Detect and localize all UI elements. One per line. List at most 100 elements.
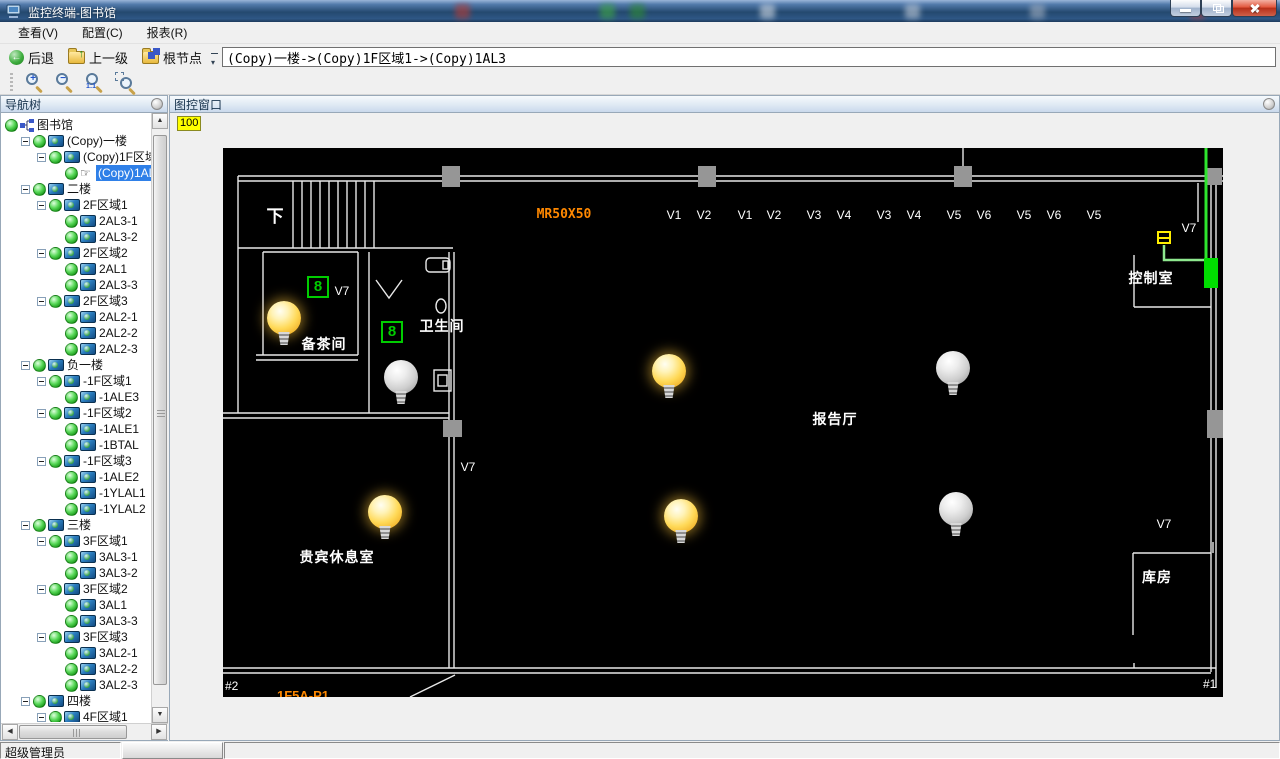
expand-toggle-icon[interactable] xyxy=(37,536,46,546)
tree-item[interactable]: 三楼 xyxy=(1,517,151,533)
tree-item[interactable]: 3AL3-2 xyxy=(1,565,151,581)
tree-item-label: (Copy)1AL3 xyxy=(96,165,151,181)
tree-horizontal-scrollbar[interactable]: ◀ ▶ xyxy=(1,723,168,740)
tree-item[interactable]: -1F区域3 xyxy=(1,453,151,469)
title-bar: 监控终端-图书馆 xyxy=(0,0,1280,22)
tree-item[interactable]: -1YLAL1 xyxy=(1,485,151,501)
tree-item[interactable]: -1YLAL2 xyxy=(1,501,151,517)
tree-item[interactable]: 2AL3-3 xyxy=(1,277,151,293)
tree-item[interactable]: 2AL2-2 xyxy=(1,325,151,341)
tree-item[interactable]: 二楼 xyxy=(1,181,151,197)
scroll-left-button[interactable]: ◀ xyxy=(2,724,18,740)
room-label: 库房 xyxy=(1142,569,1172,585)
tree-item-label: 2AL3-3 xyxy=(99,278,138,292)
expand-toggle-icon[interactable] xyxy=(21,136,30,146)
tree-item[interactable]: -1F区域2 xyxy=(1,405,151,421)
scroll-right-button[interactable]: ▶ xyxy=(151,724,167,740)
tree-item[interactable]: 2AL2-3 xyxy=(1,341,151,357)
tree-item[interactable]: 2AL1 xyxy=(1,261,151,277)
menu-view[interactable]: 查看(V) xyxy=(8,22,68,43)
light-bulb-on[interactable] xyxy=(267,301,301,335)
up-level-button[interactable]: ↑ 上一级 xyxy=(63,46,133,69)
zoom-one-to-one-button[interactable]: 1:1 xyxy=(82,71,108,94)
expand-toggle-icon[interactable] xyxy=(37,456,46,466)
tree-item[interactable]: 3F区域3 xyxy=(1,629,151,645)
device-node-icon xyxy=(80,567,96,579)
light-bulb-on[interactable] xyxy=(368,495,402,529)
tree-item[interactable]: 2AL3-2 xyxy=(1,229,151,245)
light-bulb-off[interactable] xyxy=(939,492,973,526)
tree-item[interactable]: 3AL2-1 xyxy=(1,645,151,661)
tree-item[interactable]: 2AL3-1 xyxy=(1,213,151,229)
tree-item[interactable]: 四楼 xyxy=(1,693,151,709)
expand-toggle-icon[interactable] xyxy=(37,408,46,418)
lamp-module-icon[interactable]: 8 xyxy=(307,276,329,298)
menu-config[interactable]: 配置(C) xyxy=(72,22,133,43)
tree-item[interactable]: 3AL2-3 xyxy=(1,677,151,693)
expand-toggle-icon[interactable] xyxy=(37,584,46,594)
scroll-up-button[interactable]: ▲ xyxy=(152,113,168,129)
expand-toggle-icon[interactable] xyxy=(21,520,30,530)
green-sphere-icon xyxy=(49,246,62,260)
close-button[interactable] xyxy=(1232,0,1277,17)
expand-toggle-icon[interactable] xyxy=(21,360,30,370)
expand-toggle-icon[interactable] xyxy=(37,632,46,642)
tree-item[interactable]: 2F区域3 xyxy=(1,293,151,309)
expand-toggle-icon[interactable] xyxy=(37,152,46,162)
tree-item[interactable]: 2F区域2 xyxy=(1,245,151,261)
tree-item[interactable]: -1ALE3 xyxy=(1,389,151,405)
tree-item-label: 2AL3-2 xyxy=(99,230,138,244)
root-node-button[interactable]: 根节点 xyxy=(137,46,207,69)
tree-item[interactable]: 3F区域1 xyxy=(1,533,151,549)
menu-report[interactable]: 报表(R) xyxy=(137,22,198,43)
light-bulb-on[interactable] xyxy=(664,499,698,533)
minimize-button[interactable] xyxy=(1170,0,1201,17)
tree-item[interactable]: 3AL2-2 xyxy=(1,661,151,677)
tree-item[interactable]: 2AL2-1 xyxy=(1,309,151,325)
tree-item[interactable]: -1F区域1 xyxy=(1,373,151,389)
zoom-fit-button[interactable] xyxy=(112,71,138,96)
tree-item[interactable]: 负一楼 xyxy=(1,357,151,373)
zoom-in-button[interactable]: + xyxy=(22,71,48,94)
tree-item[interactable]: -1ALE1 xyxy=(1,421,151,437)
toolbar-overflow-button[interactable] xyxy=(211,51,220,67)
tree-item[interactable]: -1BTAL xyxy=(1,437,151,453)
scroll-down-button[interactable]: ▼ xyxy=(152,707,168,723)
panel-pin-icon[interactable] xyxy=(1263,98,1275,110)
tree-item[interactable]: 2F区域1 xyxy=(1,197,151,213)
toolbar-drag-handle[interactable] xyxy=(10,73,13,91)
expand-toggle-icon[interactable] xyxy=(37,376,46,386)
power-unit[interactable] xyxy=(1204,258,1218,288)
horizontal-scroll-thumb[interactable] xyxy=(19,725,127,739)
restore-button[interactable] xyxy=(1201,0,1232,17)
tree-item[interactable]: 3AL3-3 xyxy=(1,613,151,629)
expand-toggle-icon[interactable] xyxy=(21,696,30,706)
tree-item[interactable]: (Copy)一楼 xyxy=(1,133,151,149)
tree-item[interactable]: 4F区域1 xyxy=(1,709,151,722)
light-bulb-on[interactable] xyxy=(652,354,686,388)
light-bulb-off[interactable] xyxy=(384,360,418,394)
zoom-out-button[interactable]: − xyxy=(52,71,78,94)
panel-pin-icon[interactable] xyxy=(151,98,163,110)
tree-vertical-scrollbar[interactable]: ▲ ▼ xyxy=(151,113,168,723)
back-button[interactable]: ← 后退 xyxy=(4,46,59,69)
folder-up-icon: ↑ xyxy=(68,48,86,64)
tree-item[interactable]: 3AL3-1 xyxy=(1,549,151,565)
tree-item[interactable]: 图书馆 xyxy=(1,117,151,133)
tree-item[interactable]: ☞ (Copy)1AL3 xyxy=(1,165,151,181)
tree-item[interactable]: (Copy)1F区域1 xyxy=(1,149,151,165)
tree-item[interactable]: -1ALE2 xyxy=(1,469,151,485)
light-bulb-off[interactable] xyxy=(936,351,970,385)
green-sphere-icon xyxy=(65,390,78,404)
tree-item-label: 3F区域1 xyxy=(83,534,128,548)
lamp-module-icon[interactable]: 8 xyxy=(381,321,403,343)
tree-item[interactable]: 3F区域2 xyxy=(1,581,151,597)
expand-toggle-icon[interactable] xyxy=(37,296,46,306)
expand-toggle-icon[interactable] xyxy=(21,184,30,194)
expand-toggle-icon[interactable] xyxy=(37,248,46,258)
vertical-scroll-thumb[interactable] xyxy=(153,135,167,685)
tree-item[interactable]: 3AL1 xyxy=(1,597,151,613)
expand-toggle-icon[interactable] xyxy=(37,712,46,722)
node-path-input[interactable] xyxy=(222,47,1276,67)
expand-toggle-icon[interactable] xyxy=(37,200,46,210)
